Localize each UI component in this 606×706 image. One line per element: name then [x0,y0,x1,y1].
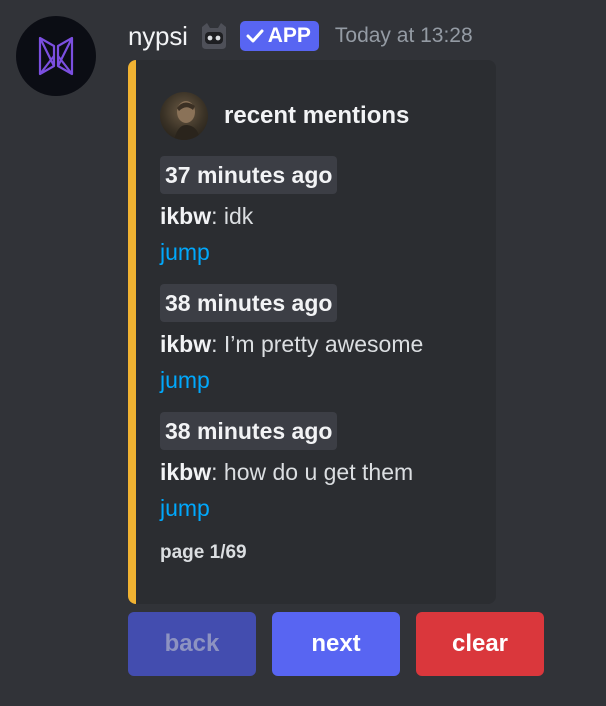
jump-link[interactable]: jump [160,238,337,266]
author-avatar [160,92,208,140]
embed-accent-bar [128,60,136,604]
bot-face-icon [198,21,230,51]
mention-item: 38 minutes ago ikbw: I’m pretty awesome … [160,284,423,394]
mention-content: ikbw: how do u get them [160,458,413,486]
mention-item: 38 minutes ago ikbw: how do u get them j… [160,412,413,522]
mention-user: ikbw [160,331,212,357]
mention-timestamp: 37 minutes ago [160,156,338,194]
mention-text: : how do u get them [211,459,414,485]
mention-user: ikbw [160,459,212,485]
mention-content: ikbw: idk [160,202,337,230]
username[interactable]: nypsi [128,21,188,52]
mention-user: ikbw [160,203,212,229]
embed: recent mentions 37 minutes ago ikbw: idk… [128,60,496,604]
embed-author-name: recent mentions [224,102,410,129]
nypsi-logo-icon [38,36,74,76]
page-indicator: page 1/69 [160,542,247,563]
app-badge: APP [239,21,319,51]
action-row: back next clear [128,612,544,676]
app-tag-label: APP [267,24,311,47]
embed-author: recent mentions [160,92,409,140]
clear-button[interactable]: clear [416,612,544,676]
jump-link[interactable]: jump [160,494,413,522]
mention-text: : I’m pretty awesome [211,331,424,357]
mention-timestamp: 38 minutes ago [160,284,338,322]
mention-timestamp: 38 minutes ago [160,412,338,450]
mention-item: 37 minutes ago ikbw: idk jump [160,156,338,266]
next-button[interactable]: next [272,612,400,676]
jump-link[interactable]: jump [160,366,423,394]
back-button[interactable]: back [128,612,256,676]
message-header: nypsi APP Today at 13:28 [128,18,473,54]
bot-avatar[interactable] [16,16,96,96]
message-timestamp: Today at 13:28 [334,24,473,47]
checkmark-icon [246,29,264,43]
mention-content: ikbw: I’m pretty awesome [160,330,423,358]
mention-text: : idk [211,203,254,229]
